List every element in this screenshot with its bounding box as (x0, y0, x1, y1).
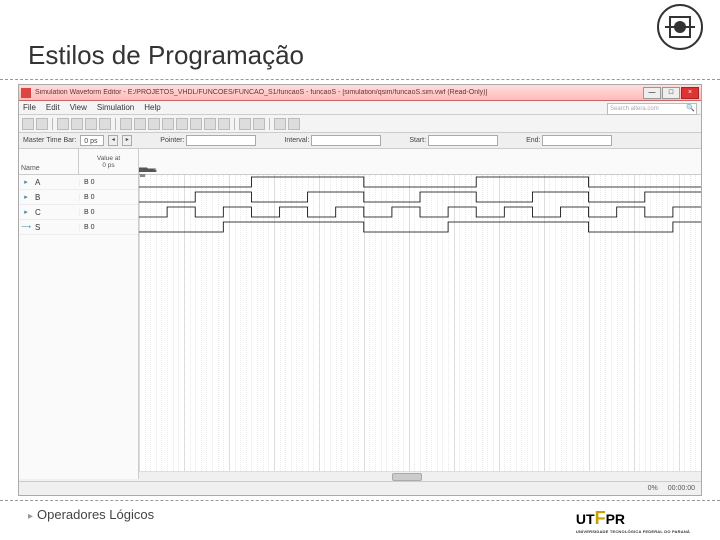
signal-name: C (33, 208, 79, 217)
pointer-label: Pointer: (160, 137, 184, 144)
tool-icon[interactable] (99, 118, 111, 130)
institution-seal-icon (650, 2, 710, 52)
master-time-input[interactable]: 0 ps (80, 135, 104, 146)
signal-name: A (33, 178, 79, 187)
waveform-trace (139, 175, 701, 190)
tool-icon[interactable] (176, 118, 188, 130)
signal-type-icon: ▸ (19, 208, 33, 216)
signal-value: B 0 (79, 209, 138, 216)
menu-file[interactable]: File (23, 103, 36, 112)
slide-footer: Operadores Lógicos (28, 507, 154, 522)
time-ruler: 0 ps80.0 ns160.0 ns240.0 ns320.0 ns400.0… (139, 149, 701, 175)
tool-icon[interactable] (71, 118, 83, 130)
minimize-button[interactable]: — (643, 87, 661, 99)
status-time: 00:00:00 (668, 485, 695, 492)
signal-row[interactable]: ▸ B B 0 (19, 190, 138, 205)
status-progress: 0% (648, 485, 658, 492)
utfpr-logo: UTFPR UNIVERSIDADE TECNOLÓGICA FEDERAL D… (576, 508, 690, 534)
signal-value: B 0 (79, 194, 138, 201)
simulation-window: Simulation Waveform Editor - E:/PROJETOS… (18, 84, 702, 496)
signal-row[interactable]: ▸ C B 0 (19, 205, 138, 220)
waveform-trace (139, 220, 701, 235)
tool-icon[interactable] (253, 118, 265, 130)
divider (0, 79, 720, 80)
time-controls: Master Time Bar: 0 ps ◂ ▸ Pointer: Inter… (19, 133, 701, 149)
waveform-area: Name Value at 0 ps ▸ A B 0▸ B B 0▸ C B 0… (19, 149, 701, 479)
interval-label: Interval: (284, 137, 309, 144)
end-label: End: (526, 137, 540, 144)
signal-value: B 0 (79, 224, 138, 231)
tool-icon[interactable] (85, 118, 97, 130)
window-titlebar[interactable]: Simulation Waveform Editor - E:/PROJETOS… (19, 85, 701, 101)
horizontal-scrollbar[interactable] (139, 471, 701, 481)
tool-icon[interactable] (162, 118, 174, 130)
nav-prev-button[interactable]: ◂ (108, 135, 118, 146)
pointer-value (186, 135, 256, 146)
slide-title: Estilos de Programação (0, 0, 720, 79)
tool-icon[interactable] (36, 118, 48, 130)
tool-icon[interactable] (204, 118, 216, 130)
maximize-button[interactable]: □ (662, 87, 680, 99)
tool-icon[interactable] (288, 118, 300, 130)
master-time-label: Master Time Bar: (23, 137, 76, 144)
waveform-trace (139, 205, 701, 220)
signal-type-icon: ▸ (19, 178, 33, 186)
window-title: Simulation Waveform Editor - E:/PROJETOS… (35, 89, 643, 96)
close-button[interactable]: × (681, 87, 699, 99)
signal-name: S (33, 223, 79, 232)
menu-bar: File Edit View Simulation Help (19, 101, 701, 115)
tool-icon[interactable] (239, 118, 251, 130)
toolbar (19, 115, 701, 133)
menu-view[interactable]: View (70, 103, 87, 112)
tool-icon[interactable] (148, 118, 160, 130)
search-input[interactable]: Search altera.com (607, 103, 697, 115)
start-label: Start: (409, 137, 426, 144)
tool-icon[interactable] (218, 118, 230, 130)
nav-next-button[interactable]: ▸ (122, 135, 132, 146)
divider (0, 500, 720, 501)
scrollbar-thumb[interactable] (392, 473, 422, 481)
signal-row[interactable]: ⟶ S B 0 (19, 220, 138, 235)
signal-panel: Name Value at 0 ps ▸ A B 0▸ B B 0▸ C B 0… (19, 149, 139, 479)
col-name-header: Name (19, 149, 79, 174)
start-value (428, 135, 498, 146)
tool-icon[interactable] (120, 118, 132, 130)
signal-type-icon: ▸ (19, 193, 33, 201)
tool-icon[interactable] (22, 118, 34, 130)
col-value-header: Value at 0 ps (79, 149, 138, 174)
waveform-trace (139, 190, 701, 205)
end-value (542, 135, 612, 146)
menu-edit[interactable]: Edit (46, 103, 60, 112)
signal-value: B 0 (79, 179, 138, 186)
menu-help[interactable]: Help (144, 103, 160, 112)
app-icon (21, 88, 31, 98)
tool-icon[interactable] (274, 118, 286, 130)
waveform-canvas[interactable]: 0 ps80.0 ns160.0 ns240.0 ns320.0 ns400.0… (139, 149, 701, 479)
signal-type-icon: ⟶ (19, 223, 33, 231)
tool-icon[interactable] (134, 118, 146, 130)
time-tick: 960.0 ns (139, 167, 157, 174)
signal-name: B (33, 193, 79, 202)
menu-simulation[interactable]: Simulation (97, 103, 134, 112)
signal-row[interactable]: ▸ A B 0 (19, 175, 138, 190)
tool-icon[interactable] (57, 118, 69, 130)
tool-icon[interactable] (190, 118, 202, 130)
interval-value (311, 135, 381, 146)
status-bar: 0% 00:00:00 (19, 481, 701, 495)
